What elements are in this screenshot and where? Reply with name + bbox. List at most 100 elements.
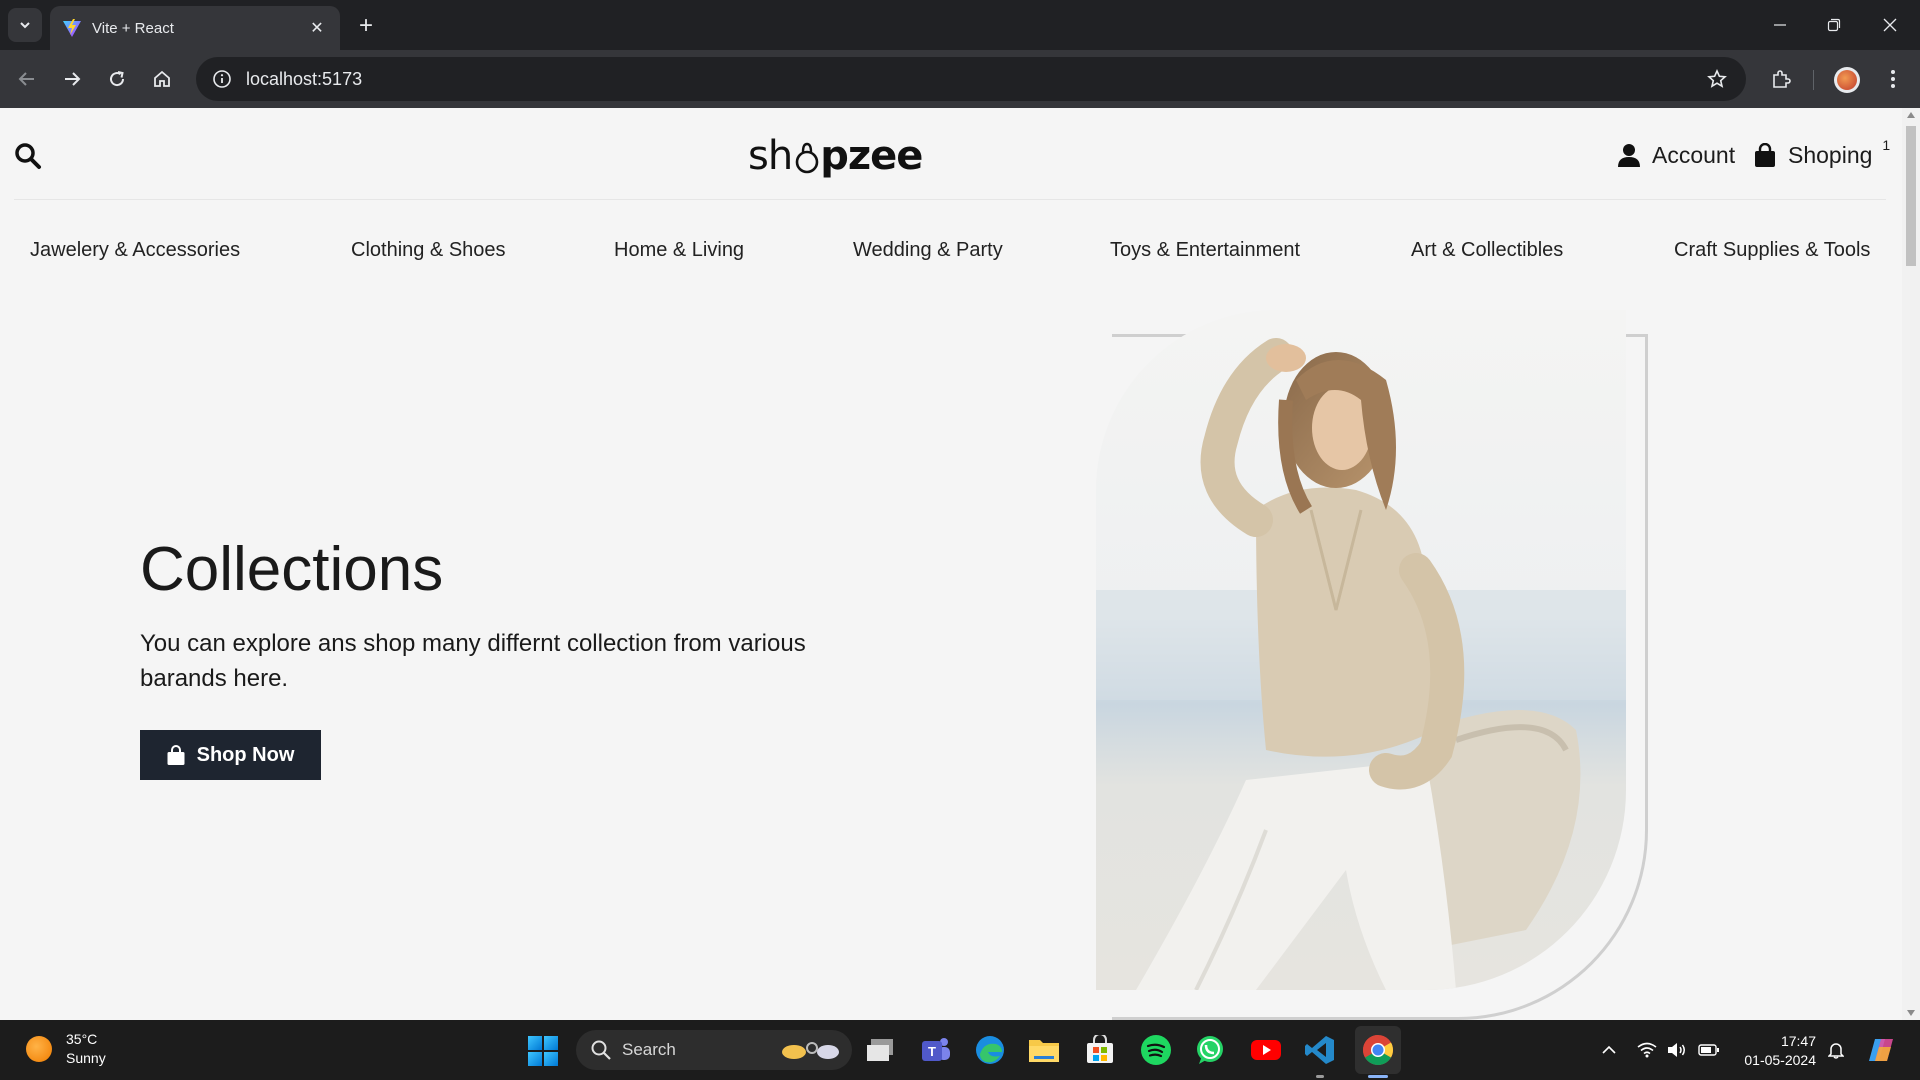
toolbar-separator [1813,70,1814,90]
url-text: localhost:5173 [246,68,363,89]
extensions-button[interactable] [1764,62,1798,96]
arrow-right-icon [65,72,81,86]
reload-icon [110,71,125,87]
taskbar-search-label: Search [622,1040,676,1059]
volume-icon[interactable] [1664,1020,1690,1080]
category-link-toys[interactable]: Toys & Entertainment [1110,230,1300,270]
weather-temperature: 35°C [66,1031,98,1047]
edge-icon[interactable] [974,1034,1006,1066]
back-button[interactable] [10,62,44,96]
user-icon [1618,144,1640,167]
wifi-icon[interactable] [1634,1020,1660,1080]
profile-avatar[interactable] [1834,67,1860,93]
account-link[interactable]: Account [1618,138,1735,172]
browser-tab[interactable]: Vite + React ✕ [50,6,340,50]
address-bar[interactable]: localhost:5173 [196,57,1746,101]
home-button[interactable] [145,62,179,96]
scroll-up-icon[interactable] [1907,112,1915,118]
vite-favicon-icon [62,18,82,38]
logo-text-end: zee [847,133,924,179]
spotify-icon[interactable] [1140,1034,1172,1066]
chrome-menu-button[interactable] [1876,62,1910,96]
windows-start-icon[interactable] [528,1036,558,1066]
close-icon [1883,18,1897,32]
new-tab-button[interactable]: + [352,12,380,40]
windows-taskbar: 35°C Sunny Search T 17:47 01-05-2024 [0,1020,1920,1080]
page-viewport: sh p zee Account Shoping 1 Jawelery & Ac… [0,108,1920,1020]
category-nav: Jawelery & Accessories Clothing & Shoes … [0,230,1900,270]
arrow-left-icon [18,72,34,86]
hero-description: You can explore ans shop many differnt c… [140,630,806,692]
hero-title: Collections [140,535,444,604]
taskbar-search[interactable]: Search [576,1030,852,1070]
youtube-icon[interactable] [1250,1034,1282,1066]
show-hidden-icons-button[interactable] [1598,1020,1620,1080]
category-link-wedding[interactable]: Wedding & Party [853,230,1003,270]
search-button[interactable] [14,142,44,172]
chrome-active-indicator [1368,1075,1388,1078]
kebab-menu-icon [1891,70,1895,88]
bookmark-star-icon[interactable] [1700,62,1734,96]
logo-text-start: sh [748,133,793,179]
minimize-button[interactable] [1752,0,1808,50]
reload-button[interactable] [100,62,134,96]
restore-icon [1827,18,1841,32]
browser-toolbar: localhost:5173 [0,50,1920,108]
puzzle-icon [1773,70,1791,88]
site-info-icon[interactable] [208,65,236,93]
scrollbar-thumb[interactable] [1906,126,1916,266]
forward-button[interactable] [55,62,89,96]
category-link-clothing[interactable]: Clothing & Shoes [351,230,506,270]
search-icon [15,143,41,169]
shopping-bag-icon [167,745,185,765]
chrome-icon[interactable] [1362,1034,1394,1066]
category-link-craft[interactable]: Craft Supplies & Tools [1674,230,1870,270]
logo-text-p: p [820,133,849,179]
logo-text-o-letter [794,138,820,174]
home-icon [154,70,170,87]
shop-now-button[interactable]: Shop Now [140,730,321,780]
restore-button[interactable] [1806,0,1862,50]
shop-now-label: Shop Now [196,743,295,766]
category-link-jewelry[interactable]: Jawelery & Accessories [30,230,240,270]
sun-icon [26,1036,52,1062]
chevron-down-icon [20,22,30,29]
category-link-home[interactable]: Home & Living [614,230,744,270]
vscode-running-indicator [1316,1075,1324,1078]
task-view-icon[interactable] [864,1034,896,1066]
search-icon [591,1040,611,1060]
file-explorer-icon[interactable] [1028,1034,1060,1066]
browser-tab-strip: Vite + React ✕ + [0,0,1920,50]
copilot-icon[interactable] [1864,1020,1898,1080]
clock-time: 17:47 [1780,1033,1816,1049]
whatsapp-icon[interactable] [1194,1034,1226,1066]
shopping-label: Shoping [1788,141,1873,168]
site-header: sh p zee Account Shoping 1 [14,108,1890,200]
shopping-bag-icon [1755,143,1775,167]
teams-icon[interactable]: T [920,1034,952,1066]
page-scrollbar[interactable] [1902,108,1920,1020]
category-link-art[interactable]: Art & Collectibles [1411,230,1563,270]
tab-title: Vite + React [92,19,174,37]
search-highlight-icon [782,1042,839,1059]
chevron-up-icon [1602,1045,1616,1054]
hero-model-image [1096,310,1626,990]
svg-text:T: T [928,1044,936,1059]
battery-icon[interactable] [1694,1020,1724,1080]
close-tab-icon[interactable]: ✕ [306,17,328,39]
vscode-icon[interactable] [1304,1034,1336,1066]
microsoft-store-icon[interactable] [1084,1034,1116,1066]
scroll-down-icon[interactable] [1907,1010,1915,1016]
weather-widget[interactable]: 35°C Sunny [26,1030,106,1068]
close-window-button[interactable] [1862,0,1918,50]
minimize-icon [1774,24,1786,26]
account-label: Account [1652,141,1736,168]
system-clock[interactable]: 17:47 01-05-2024 [1738,1032,1816,1070]
clock-date: 01-05-2024 [1744,1052,1816,1068]
cart-count-badge: 1 [1882,137,1891,153]
site-logo[interactable]: sh p zee [748,128,924,184]
tab-search-button[interactable] [8,8,42,42]
notification-bell-icon[interactable] [1824,1020,1848,1080]
shopping-cart-link[interactable]: Shoping 1 [1754,137,1890,172]
weather-condition: Sunny [66,1050,106,1066]
